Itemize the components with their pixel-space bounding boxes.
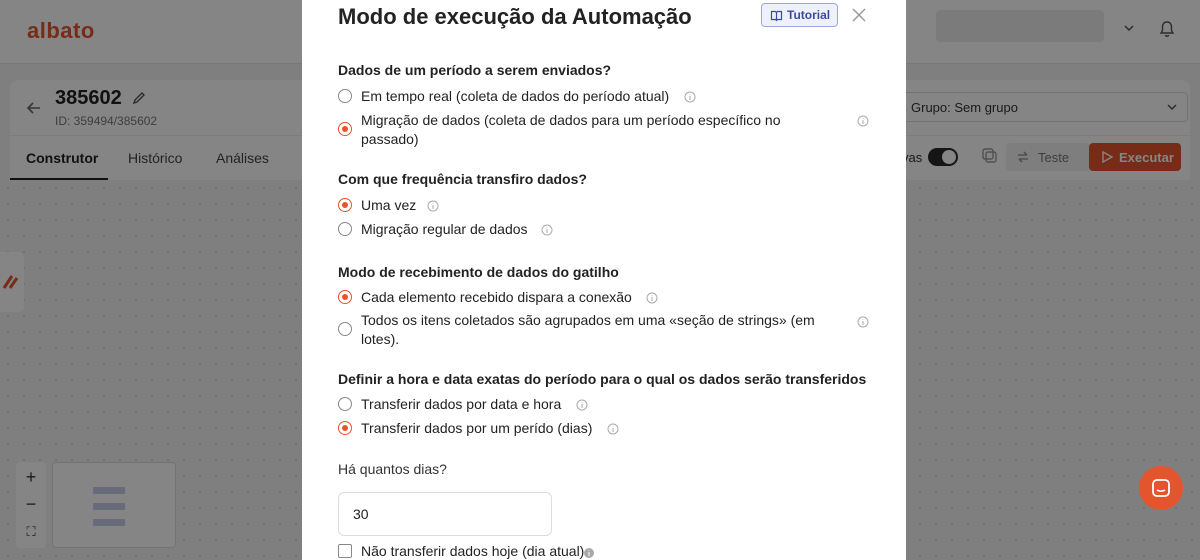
- radio-real-time[interactable]: [338, 89, 352, 103]
- option-label-real-time[interactable]: Em tempo real (coleta de dados do períod…: [361, 87, 669, 106]
- info-icon[interactable]: [646, 292, 658, 304]
- info-icon[interactable]: [541, 224, 553, 236]
- tutorial-label: Tutorial: [787, 8, 831, 22]
- section-title-period: Dados de um período a serem enviados?: [338, 62, 612, 78]
- option-label-data-migration[interactable]: Migração de dados (coleta de dados para …: [361, 111, 821, 149]
- option-label-regular-migration[interactable]: Migração regular de dados: [361, 220, 528, 239]
- option-label-batch[interactable]: Todos os itens coletados são agrupados e…: [361, 311, 831, 349]
- book-icon: [770, 10, 783, 22]
- info-icon[interactable]: [427, 200, 439, 212]
- info-icon[interactable]: [857, 115, 869, 127]
- option-label-by-date-time[interactable]: Transferir dados por data e hora: [361, 395, 561, 414]
- tutorial-button[interactable]: Tutorial: [761, 3, 838, 27]
- info-icon[interactable]: [684, 91, 696, 103]
- radio-batch[interactable]: [338, 322, 352, 336]
- execution-mode-modal: Modo de execução da Automação Tutorial D…: [302, 0, 906, 560]
- option-label-each-element[interactable]: Cada elemento recebido dispara a conexão: [361, 288, 632, 307]
- radio-data-migration[interactable]: [338, 122, 352, 136]
- info-icon[interactable]: [607, 423, 619, 435]
- radio-by-days[interactable]: [338, 421, 352, 435]
- info-icon[interactable]: [576, 399, 588, 411]
- days-input[interactable]: [338, 492, 552, 536]
- radio-by-date-time[interactable]: [338, 397, 352, 411]
- exclude-today-label[interactable]: Não transferir dados hoje (dia atual): [361, 543, 584, 559]
- radio-once[interactable]: [338, 198, 352, 212]
- modal-title: Modo de execução da Automação: [338, 4, 692, 29]
- radio-regular-migration[interactable]: [338, 222, 352, 236]
- option-label-once[interactable]: Uma vez: [361, 196, 416, 215]
- section-title-exact-period: Definir a hora e data exatas do período …: [338, 371, 867, 387]
- info-icon[interactable]: [857, 316, 869, 328]
- info-icon[interactable]: [583, 547, 595, 559]
- days-label: Há quantos dias?: [338, 461, 447, 477]
- chat-button[interactable]: [1139, 466, 1183, 510]
- option-label-by-days[interactable]: Transferir dados por um perído (dias): [361, 419, 592, 438]
- exclude-today-checkbox[interactable]: [338, 544, 352, 558]
- section-title-frequency: Com que frequência transfiro dados?: [338, 171, 587, 187]
- section-title-trigger-mode: Modo de recebimento de dados do gatilho: [338, 264, 619, 280]
- radio-each-element[interactable]: [338, 290, 352, 304]
- close-icon[interactable]: [851, 7, 867, 23]
- chat-icon: [1152, 479, 1170, 497]
